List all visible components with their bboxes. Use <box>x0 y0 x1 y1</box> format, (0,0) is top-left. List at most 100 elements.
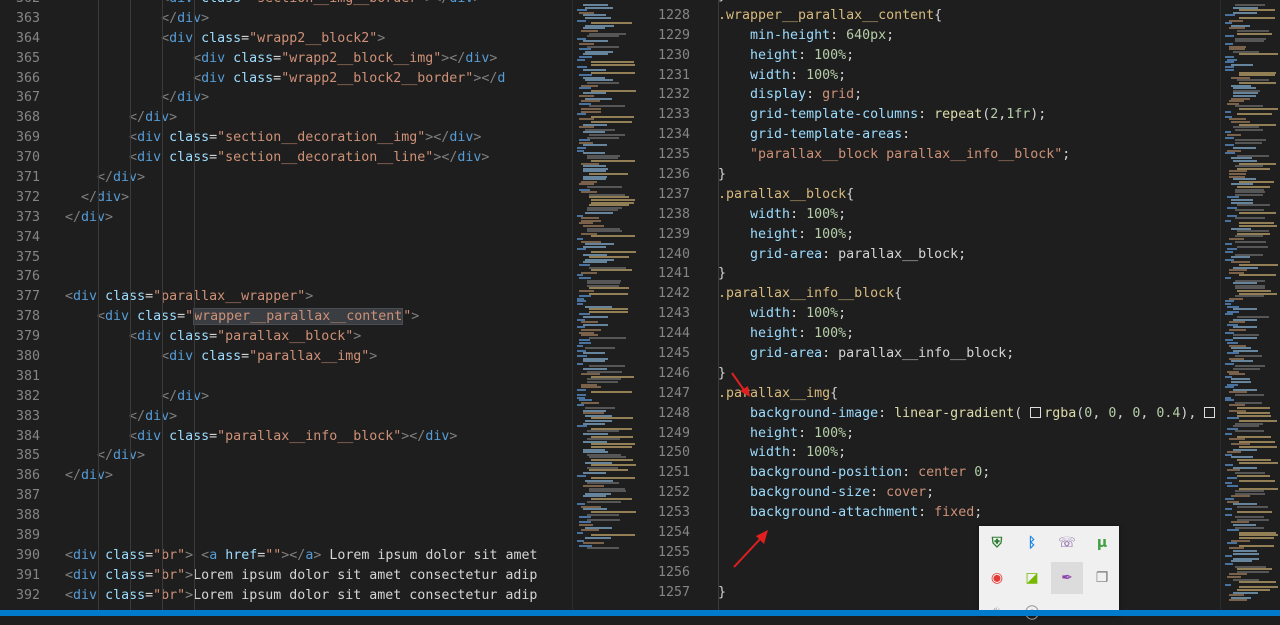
code-line[interactable]: background-size: cover; <box>718 483 1218 503</box>
chrome-icon[interactable]: ◉ <box>985 566 1009 590</box>
code-line[interactable]: <div class="parallax__info__block"></div… <box>65 427 538 447</box>
code-line[interactable] <box>718 543 1218 563</box>
code-area[interactable]: } .wrapper__parallax__content{ min-height… <box>718 0 1218 603</box>
code-token: ></ <box>441 50 466 66</box>
code-line[interactable] <box>65 486 538 506</box>
windows-security-icon[interactable]: ⛨ <box>985 531 1009 555</box>
line-number: 1228 <box>657 7 690 23</box>
code-token: = <box>273 50 282 66</box>
code-token: > <box>105 468 114 484</box>
code-line[interactable]: width: 100%; <box>718 205 1218 225</box>
color-swatch-icon[interactable] <box>1204 406 1216 418</box>
code-line[interactable] <box>65 367 538 387</box>
code-line[interactable]: <div class="parallax__wrapper"> <box>65 287 538 307</box>
code-line[interactable]: </div> <box>65 466 538 486</box>
color-swatch-icon[interactable] <box>1030 406 1042 418</box>
viber-icon[interactable]: ☏ <box>1055 531 1079 555</box>
code-line[interactable]: </div> <box>65 9 538 29</box>
code-line[interactable]: height: 100%; <box>718 225 1218 245</box>
code-area[interactable]: <div class="section__img__border"></div>… <box>65 0 538 606</box>
code-line[interactable]: grid-area: parallax__block; <box>718 245 1218 265</box>
code-line[interactable]: background-attachment: fixed; <box>718 503 1218 523</box>
code-line[interactable]: height: 100%; <box>718 424 1218 444</box>
code-line[interactable]: </div> <box>65 407 538 427</box>
code-line[interactable]: "parallax__block parallax__info__block"; <box>718 145 1218 165</box>
code-line[interactable] <box>65 506 538 526</box>
code-line[interactable] <box>718 523 1218 543</box>
code-line[interactable] <box>65 526 538 546</box>
minimap-line <box>581 271 597 274</box>
code-line[interactable]: grid-template-areas: <box>718 125 1218 145</box>
code-line[interactable]: } <box>718 165 1218 185</box>
code-token: > <box>185 567 194 583</box>
code-line[interactable]: width: 100%; <box>718 443 1218 463</box>
code-line[interactable]: .parallax__block{ <box>718 185 1218 205</box>
code-line[interactable]: height: 100%; <box>718 324 1218 344</box>
code-line[interactable]: <div class="wrapp2__block2__border"></d <box>65 69 538 89</box>
line-number: 1239 <box>657 226 690 242</box>
code-line[interactable]: } <box>718 264 1218 284</box>
code-token: < <box>65 0 169 6</box>
code-token: div <box>137 130 162 146</box>
windows-copy-icon[interactable]: ❐ <box>1090 566 1114 590</box>
code-line[interactable]: <div class="wrapper__parallax__content"> <box>65 307 538 327</box>
code-line[interactable]: display: grid; <box>718 85 1218 105</box>
css-minimap[interactable] <box>1220 0 1280 616</box>
code-line[interactable]: <div class="section__decoration__line"><… <box>65 148 538 168</box>
code-line[interactable]: <div class="wrapp2__block__img"></div> <box>65 49 538 69</box>
code-line[interactable]: </div> <box>65 208 538 228</box>
code-line[interactable] <box>65 228 538 248</box>
code-line[interactable]: <div class="section__img__border"></div> <box>65 0 538 9</box>
code-line[interactable] <box>718 563 1218 583</box>
code-line[interactable]: <div class="br"> <a href=""></a> Lorem i… <box>65 546 538 566</box>
code-line[interactable]: </div> <box>65 387 538 407</box>
code-line[interactable]: grid-template-columns: repeat(2,1fr); <box>718 105 1218 125</box>
code-line[interactable]: <div class="parallax__img"> <box>65 347 538 367</box>
code-line[interactable] <box>65 267 538 287</box>
code-line[interactable]: </div> <box>65 188 538 208</box>
code-line[interactable] <box>65 248 538 268</box>
code-token: div <box>73 567 98 583</box>
code-line[interactable]: <div class="br">Lorem ipsum dolor sit am… <box>65 566 538 586</box>
minimap-line <box>591 63 635 66</box>
line-number: 1253 <box>657 505 690 521</box>
html-minimap[interactable] <box>572 0 641 616</box>
code-line[interactable]: <div class="parallax__block"> <box>65 327 538 347</box>
code-line[interactable]: </div> <box>65 168 538 188</box>
code-line[interactable]: grid-area: parallax__info__block; <box>718 344 1218 364</box>
code-line[interactable]: width: 100%; <box>718 304 1218 324</box>
code-line[interactable]: </div> <box>65 88 538 108</box>
utorrent-icon[interactable]: µ <box>1090 531 1114 555</box>
code-line[interactable]: .parallax__info__block{ <box>718 284 1218 304</box>
code-token: : <box>902 127 911 143</box>
code-line[interactable]: background-image: linear-gradient( rgba(… <box>718 404 1218 424</box>
code-line[interactable]: width: 100%; <box>718 66 1218 86</box>
code-line[interactable]: <div class="wrapp2__block2"> <box>65 29 538 49</box>
minimap-line <box>1237 204 1270 207</box>
code-line[interactable]: <div class="section__decoration__img"></… <box>65 128 538 148</box>
code-line[interactable]: .parallax__img{ <box>718 384 1218 404</box>
code-line[interactable]: } <box>718 364 1218 384</box>
code-line[interactable]: background-position: center 0; <box>718 463 1218 483</box>
line-number: 374 <box>15 229 40 245</box>
code-line[interactable]: min-height: 640px; <box>718 26 1218 46</box>
code-line[interactable]: height: 100%; <box>718 46 1218 66</box>
code-line[interactable]: </div> <box>65 108 538 128</box>
code-line[interactable]: <div class="br">Lorem ipsum dolor sit am… <box>65 586 538 606</box>
css-editor-pane[interactable]: 1227122812291230123112321233123412351236… <box>640 0 1220 616</box>
bluetooth-icon[interactable]: ᛒ <box>1020 531 1044 555</box>
code-line[interactable]: .wrapper__parallax__content{ <box>718 6 1218 26</box>
line-number: 1247 <box>657 385 690 401</box>
pen-icon[interactable]: ✒ <box>1051 562 1083 594</box>
minimap-line <box>591 71 635 74</box>
code-token: ; <box>982 465 991 481</box>
nvidia-icon[interactable]: ◪ <box>1020 566 1044 590</box>
code-token: width <box>750 206 791 222</box>
code-line[interactable]: </div> <box>65 446 538 466</box>
html-editor-pane[interactable]: 362363 364 365 366 367 368 369 370 371 372 373 374 3… <box>0 0 572 616</box>
code-line[interactable]: } <box>718 583 1218 603</box>
